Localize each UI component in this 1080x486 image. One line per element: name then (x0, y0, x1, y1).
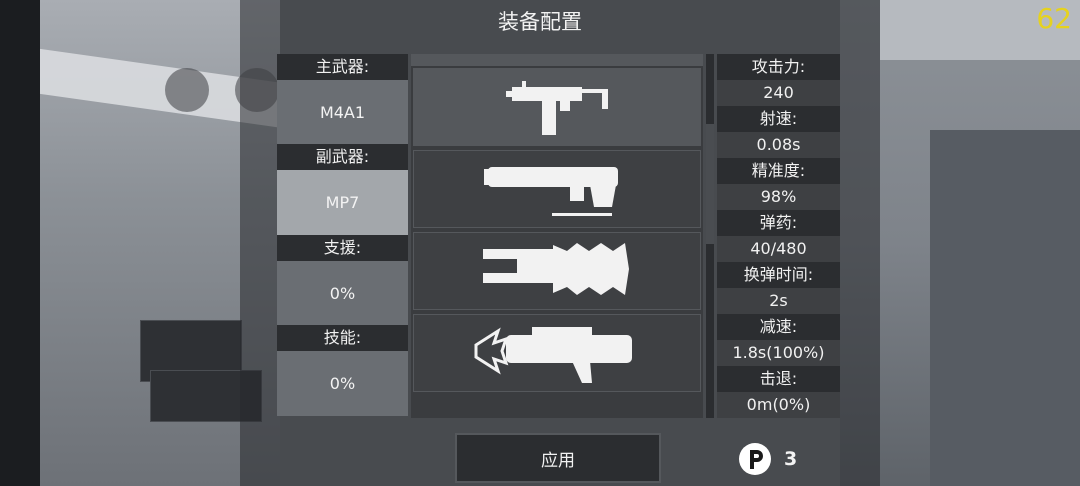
stat-label-accuracy: 精准度: (717, 158, 840, 184)
skill-slot[interactable]: 0% (277, 351, 408, 416)
weapon-option-smg[interactable] (413, 68, 701, 146)
primary-weapon-label: 主武器: (277, 54, 408, 80)
background-doorway (930, 130, 1080, 486)
fps-counter: 62 (1036, 2, 1072, 35)
stat-value-slow: 1.8s(100%) (717, 340, 840, 366)
points-p-icon (739, 443, 771, 475)
points-value: 3 (784, 448, 798, 470)
stat-label-ammo: 弹药: (717, 210, 840, 236)
background-wall (0, 0, 40, 486)
stat-value-accuracy: 98% (717, 184, 840, 210)
skill-label: 技能: (277, 325, 408, 351)
stat-value-ammo: 40/480 (717, 236, 840, 262)
page-title: 装备配置 (498, 10, 582, 34)
claw-gun-icon (474, 327, 632, 383)
secondary-weapon-label: 副武器: (277, 144, 408, 170)
points-display: 3 (738, 442, 797, 476)
stat-label-slow: 减速: (717, 314, 840, 340)
weapon-list[interactable] (411, 54, 703, 418)
secondary-weapon-slot[interactable]: MP7 (277, 170, 408, 235)
smg-icon (506, 81, 608, 135)
stat-value-attack: 240 (717, 80, 840, 106)
spiked-cannon-icon (483, 243, 629, 295)
list-top-edge (411, 54, 703, 66)
support-label: 支援: (277, 235, 408, 261)
stat-label-reload: 换弹时间: (717, 262, 840, 288)
weapon-option-spiked-cannon[interactable] (413, 232, 701, 310)
stat-value-fire-rate: 0.08s (717, 132, 840, 158)
stat-value-reload: 2s (717, 288, 840, 314)
support-slot[interactable]: 0% (277, 261, 408, 325)
launcher-icon (484, 167, 618, 216)
weapon-option-launcher[interactable] (413, 150, 701, 228)
weapon-option-claw-gun[interactable] (413, 314, 701, 392)
chat-bubble-icon (165, 68, 209, 112)
stat-label-attack: 攻击力: (717, 54, 840, 80)
scrollbar-thumb[interactable] (706, 124, 714, 244)
primary-weapon-slot[interactable]: M4A1 (277, 80, 408, 144)
loadout-column: 主武器: M4A1 副武器: MP7 支援: 0% 技能: 0% (277, 54, 408, 418)
stat-label-fire-rate: 射速: (717, 106, 840, 132)
apply-button[interactable]: 应用 (455, 433, 661, 483)
weapon-list-scrollbar[interactable] (706, 54, 714, 418)
message-bubble-icon (235, 68, 279, 112)
stat-value-knockback: 0m(0%) (717, 392, 840, 418)
weapon-stats: 攻击力: 240 射速: 0.08s 精准度: 98% 弹药: 40/480 换… (717, 54, 840, 418)
stat-label-knockback: 击退: (717, 366, 840, 392)
